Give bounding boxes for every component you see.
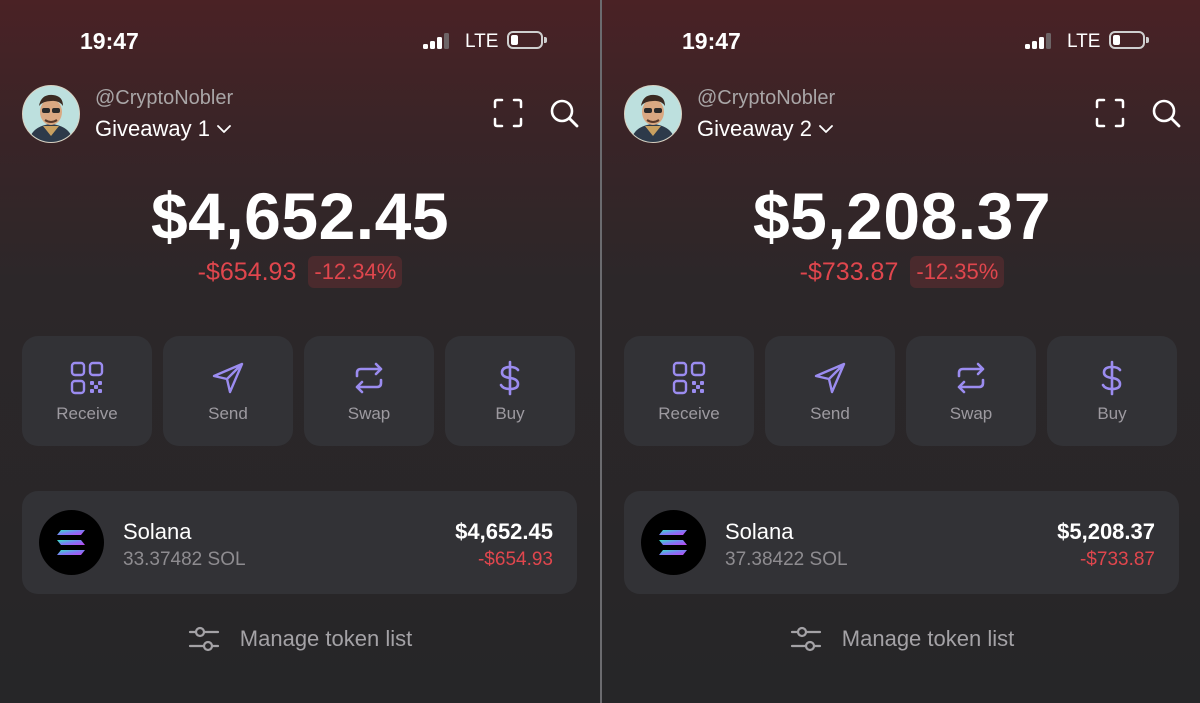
send-label: Send bbox=[208, 404, 248, 423]
account-handle: @CryptoNobler bbox=[95, 87, 234, 109]
action-bar: Receive Send Swap Buy bbox=[624, 336, 1177, 446]
send-button[interactable]: Send bbox=[163, 336, 293, 446]
token-amount: 33.37482 SOL bbox=[123, 549, 246, 570]
solana-icon bbox=[641, 510, 706, 575]
receive-button[interactable]: Receive bbox=[22, 336, 152, 446]
send-icon bbox=[212, 362, 244, 394]
search-icon[interactable] bbox=[1150, 97, 1182, 129]
token-value: $4,652.45 bbox=[455, 519, 553, 544]
send-icon bbox=[814, 362, 846, 394]
swap-icon bbox=[957, 362, 985, 394]
buy-button[interactable]: Buy bbox=[445, 336, 575, 446]
dollar-icon bbox=[1101, 360, 1122, 396]
scan-icon[interactable] bbox=[1095, 98, 1125, 128]
buy-label: Buy bbox=[1097, 404, 1127, 423]
balance-change: -$733.87 -12.35% bbox=[602, 256, 1200, 288]
avatar[interactable] bbox=[22, 85, 80, 143]
send-button[interactable]: Send bbox=[765, 336, 895, 446]
sliders-icon bbox=[790, 626, 821, 652]
signal-icon bbox=[1025, 33, 1057, 49]
swap-button[interactable]: Swap bbox=[304, 336, 434, 446]
swap-label: Swap bbox=[949, 404, 993, 423]
token-amount: 37.38422 SOL bbox=[725, 549, 848, 570]
account-selector[interactable]: Giveaway 2 bbox=[697, 116, 834, 142]
action-bar: Receive Send Swap Buy bbox=[22, 336, 575, 446]
change-percent-badge: -12.34% bbox=[308, 256, 403, 288]
network-type: LTE bbox=[465, 31, 499, 52]
network-type: LTE bbox=[1067, 31, 1101, 52]
signal-icon bbox=[423, 33, 455, 49]
dollar-icon bbox=[499, 360, 520, 396]
manage-token-list-button[interactable]: Manage token list bbox=[602, 624, 1200, 654]
chevron-down-icon bbox=[819, 125, 833, 133]
swap-icon bbox=[355, 362, 383, 394]
balance-change: -$654.93 -12.34% bbox=[0, 256, 600, 288]
battery-icon bbox=[507, 31, 547, 49]
account-selector[interactable]: Giveaway 1 bbox=[95, 116, 232, 142]
token-change: -$733.87 bbox=[1079, 549, 1155, 570]
wallet-screen-1: 19:47 LTE @CryptoNobler Giveaway 1 $4,65… bbox=[0, 0, 600, 703]
solana-icon bbox=[39, 510, 104, 575]
token-row-solana[interactable]: Solana 33.37482 SOL $4,652.45 -$654.93 bbox=[22, 491, 577, 594]
receive-button[interactable]: Receive bbox=[624, 336, 754, 446]
wallet-screen-2: 19:47 LTE @CryptoNobler Giveaway 2 $5,20… bbox=[602, 0, 1200, 703]
token-change: -$654.93 bbox=[477, 549, 553, 570]
receive-label: Receive bbox=[56, 404, 118, 423]
token-row-solana[interactable]: Solana 37.38422 SOL $5,208.37 -$733.87 bbox=[624, 491, 1179, 594]
qr-code-icon bbox=[672, 361, 706, 395]
swap-label: Swap bbox=[347, 404, 391, 423]
search-icon[interactable] bbox=[548, 97, 580, 129]
manage-token-list-button[interactable]: Manage token list bbox=[0, 624, 600, 654]
account-handle: @CryptoNobler bbox=[697, 87, 836, 109]
token-name: Solana bbox=[123, 519, 192, 544]
token-name: Solana bbox=[725, 519, 794, 544]
total-balance: $4,652.45 bbox=[150, 179, 450, 253]
change-percent-badge: -12.35% bbox=[910, 256, 1005, 288]
token-value: $5,208.37 bbox=[1057, 519, 1155, 544]
change-amount: -$654.93 bbox=[197, 257, 297, 286]
chevron-down-icon bbox=[217, 125, 231, 133]
status-time: 19:47 bbox=[80, 28, 139, 54]
status-time: 19:47 bbox=[682, 28, 741, 54]
buy-label: Buy bbox=[495, 404, 525, 423]
screenshot-stage: 19:47 LTE @CryptoNobler Giveaway 1 $4,65… bbox=[0, 0, 1200, 703]
manage-token-list-label: Manage token list bbox=[239, 626, 413, 651]
receive-label: Receive bbox=[658, 404, 720, 423]
qr-code-icon bbox=[70, 361, 104, 395]
avatar[interactable] bbox=[624, 85, 682, 143]
change-amount: -$733.87 bbox=[799, 257, 899, 286]
total-balance: $5,208.37 bbox=[752, 179, 1052, 253]
battery-icon bbox=[1109, 31, 1149, 49]
sliders-icon bbox=[188, 626, 219, 652]
manage-token-list-label: Manage token list bbox=[841, 626, 1015, 651]
buy-button[interactable]: Buy bbox=[1047, 336, 1177, 446]
account-name: Giveaway 2 bbox=[697, 116, 812, 141]
scan-icon[interactable] bbox=[493, 98, 523, 128]
account-name: Giveaway 1 bbox=[95, 116, 210, 141]
send-label: Send bbox=[810, 404, 850, 423]
swap-button[interactable]: Swap bbox=[906, 336, 1036, 446]
